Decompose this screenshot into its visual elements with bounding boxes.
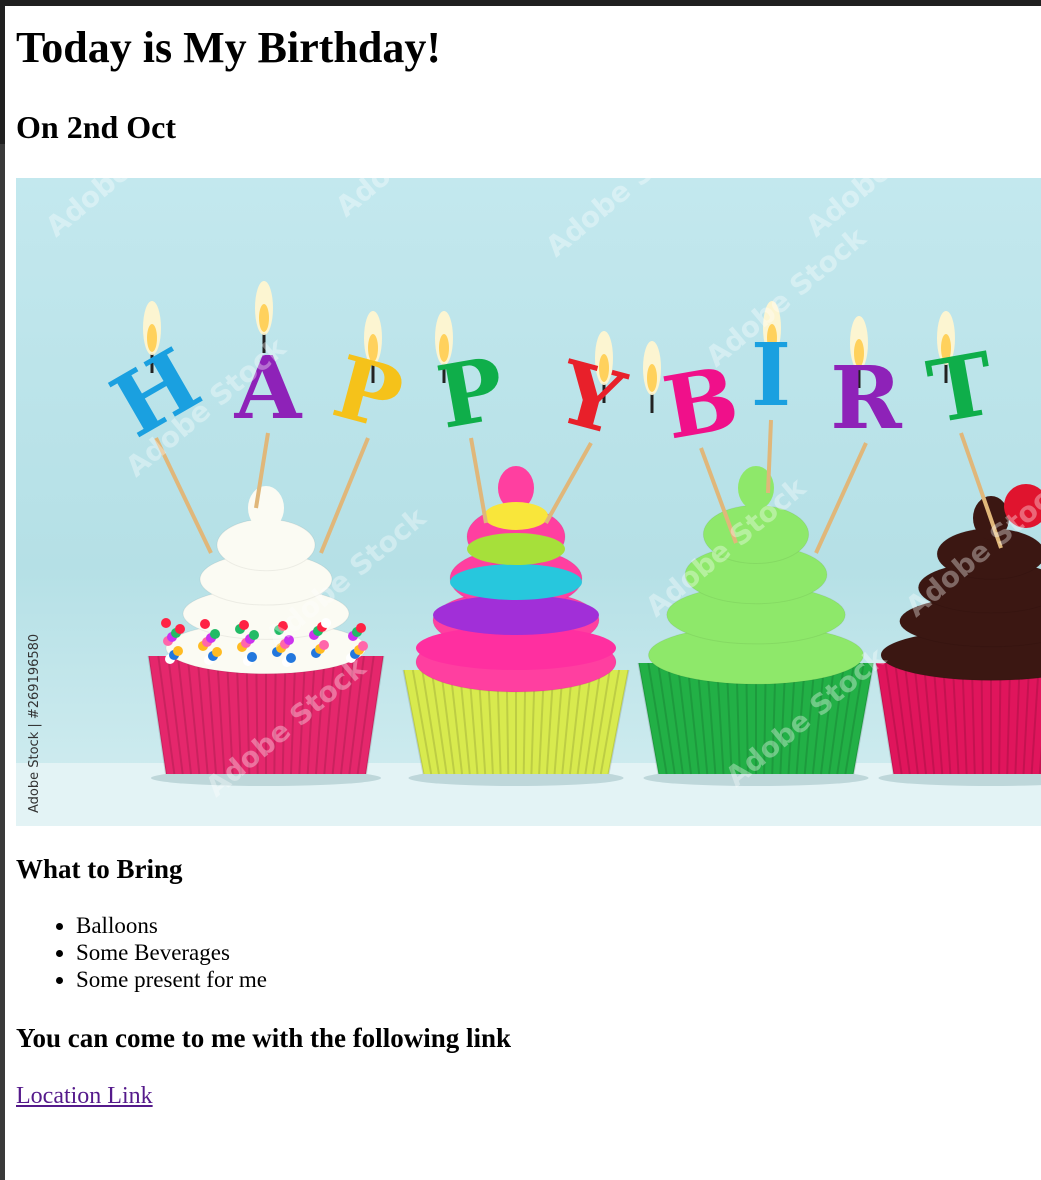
- list-item-label: Some present for me: [76, 967, 267, 992]
- frosting-tip: [248, 486, 284, 530]
- frosting-swirl: [484, 502, 548, 530]
- sprinkle: [319, 640, 329, 650]
- candle-stick: [319, 437, 370, 554]
- candle-letter: P: [430, 338, 511, 449]
- list-item-label: Some Beverages: [76, 940, 230, 965]
- sprinkle: [358, 641, 368, 651]
- stock-id-text: Adobe Stock | #269196580: [27, 634, 42, 813]
- location-heading: You can come to me with the following li…: [16, 1023, 511, 1053]
- candle-letter: R: [830, 348, 902, 449]
- window-top-border: [0, 0, 1041, 6]
- sprinkle: [321, 618, 331, 628]
- candle-stick: [469, 437, 488, 524]
- watermark-text: Adobe Stock: [799, 178, 973, 243]
- window-left-border-lower: [0, 144, 5, 1180]
- sprinkle: [173, 646, 183, 656]
- sprinkle: [175, 624, 185, 634]
- candle-flame-core: [647, 364, 657, 392]
- candle-letter: T: [921, 333, 1002, 444]
- sprinkle: [247, 652, 257, 662]
- list-item: Some Beverages: [16, 939, 267, 966]
- candle-letter: P: [324, 336, 413, 450]
- frosting-swirl: [433, 595, 599, 635]
- bring-heading: What to Bring: [16, 854, 183, 884]
- list-item-label: Balloons: [76, 913, 158, 938]
- page-title: Today is My Birthday!: [16, 23, 442, 72]
- candle-letter: Y: [547, 341, 635, 455]
- candle-stick: [544, 442, 593, 524]
- sprinkle: [249, 630, 259, 640]
- sprinkle: [212, 647, 222, 657]
- page-subtitle: On 2nd Oct: [16, 109, 177, 145]
- location-link[interactable]: Location Link: [16, 1082, 153, 1110]
- bring-list: Balloons Some Beverages Some present for…: [16, 912, 267, 993]
- frosting-swirl: [467, 533, 565, 565]
- birthday-cupcakes-image: H A P P Y B I R T Adobe Stock Adobe Stock Adobe Sto…: [16, 178, 1041, 826]
- candle-stick: [814, 442, 868, 554]
- frosting-swirl: [450, 564, 582, 600]
- sprinkle: [239, 620, 249, 630]
- sprinkle: [356, 623, 366, 633]
- sprinkle: [210, 629, 220, 639]
- candle-flame-core: [259, 304, 269, 332]
- watermark-text: Adobe Stock: [539, 178, 713, 263]
- list-item: Balloons: [16, 912, 267, 939]
- watermark-text: Adobe Stock: [39, 178, 213, 243]
- sprinkle: [161, 618, 171, 628]
- bullet-icon: [56, 950, 63, 957]
- list-item: Some present for me: [16, 966, 267, 993]
- sprinkle: [286, 653, 296, 663]
- bullet-icon: [56, 923, 63, 930]
- sprinkle: [200, 619, 210, 629]
- candle-letter: B: [657, 347, 746, 459]
- watermark-text: Adobe Stock: [329, 178, 503, 223]
- bullet-icon: [56, 977, 63, 984]
